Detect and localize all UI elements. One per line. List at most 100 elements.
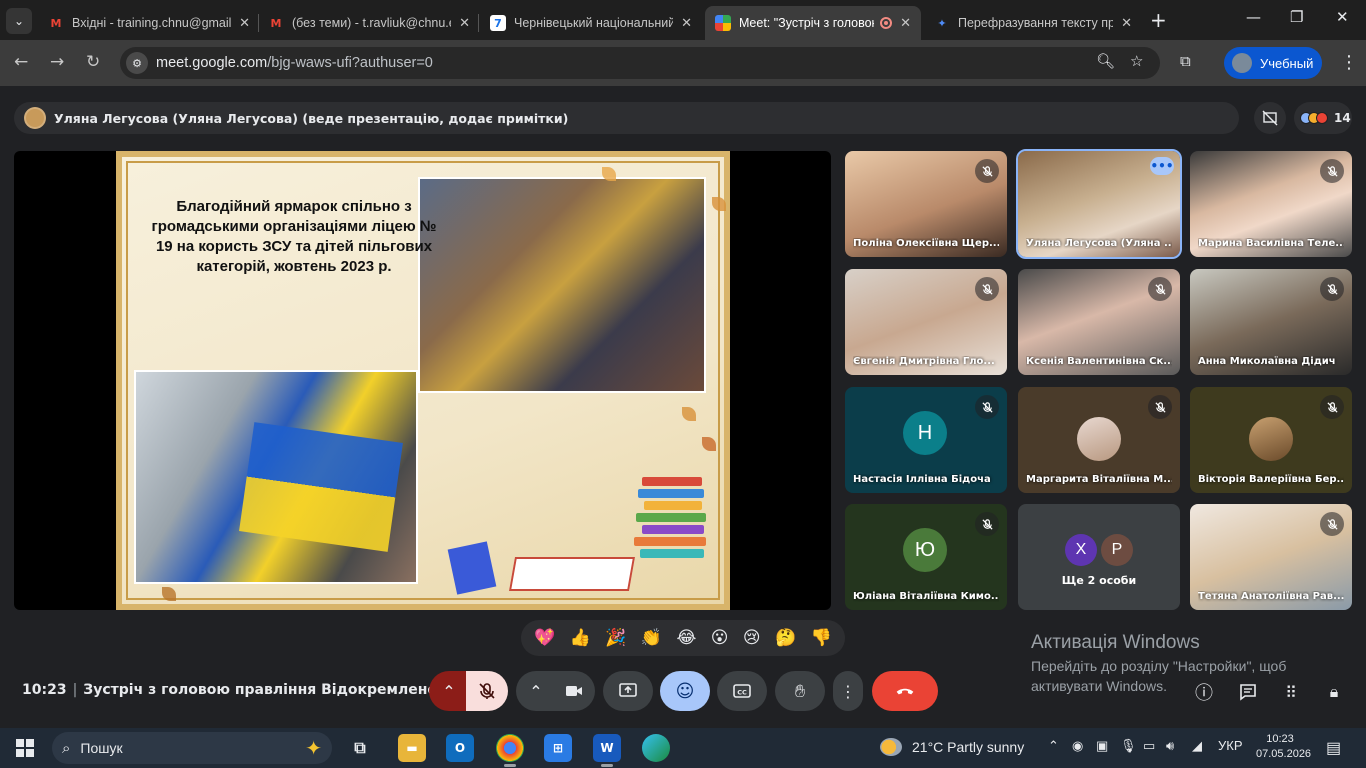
volume-icon[interactable]: 🔊︎ bbox=[1166, 738, 1174, 754]
participant-tile[interactable]: Тетяна Анатоліївна Рав... bbox=[1190, 504, 1352, 610]
browser-tab[interactable]: M (без теми) - t.ravliuk@chnu.e ✕ bbox=[258, 6, 480, 40]
show-hidden-icons-button[interactable]: ⌃ bbox=[1048, 738, 1059, 754]
participant-tile[interactable]: Поліна Олексіївна Щер... bbox=[845, 151, 1007, 257]
camera-toggle-button[interactable] bbox=[553, 671, 595, 711]
site-info-icon[interactable]: ⚙ bbox=[126, 52, 148, 74]
meeting-details-button[interactable]: ⓘ bbox=[1192, 680, 1216, 704]
reaction-emoji-button[interactable]: 👍 bbox=[570, 628, 591, 648]
reaction-emoji-button[interactable]: 💖 bbox=[534, 628, 555, 648]
reaction-emoji-button[interactable]: 👎 bbox=[811, 628, 832, 648]
camera-in-use-icon[interactable]: ▣ bbox=[1096, 738, 1108, 754]
mic-off-icon bbox=[975, 159, 999, 183]
outlook-app[interactable]: O bbox=[446, 734, 474, 762]
speaking-indicator-icon[interactable]: ••• bbox=[1150, 157, 1174, 175]
maximize-button[interactable]: ❐ bbox=[1290, 8, 1303, 26]
participant-name: Марина Василівна Теле... bbox=[1198, 238, 1344, 249]
participant-tile[interactable]: Ю Юліана Віталіївна Кимо... bbox=[845, 504, 1007, 610]
browser-menu-button[interactable]: ⋮ bbox=[1340, 52, 1358, 73]
participant-tile[interactable]: Маргарита Віталіївна М... bbox=[1018, 387, 1180, 493]
reaction-emoji-button[interactable]: 👏 bbox=[641, 628, 662, 648]
calendar-icon: 7 bbox=[490, 15, 506, 31]
participant-name: Тетяна Анатоліївна Рав... bbox=[1198, 591, 1344, 602]
battery-icon[interactable]: ▭ bbox=[1143, 738, 1155, 754]
reaction-emoji-button[interactable]: 😂 bbox=[676, 628, 696, 648]
edge-app[interactable] bbox=[642, 734, 670, 762]
close-tab-icon[interactable]: ✕ bbox=[681, 16, 692, 31]
taskbar-search[interactable]: ⌕ Пошук ✦ bbox=[52, 732, 332, 764]
present-now-button[interactable] bbox=[603, 671, 653, 711]
presenter-banner: Уляна Легусова (Уляна Легусова) (веде пр… bbox=[14, 102, 1239, 134]
file-explorer-app[interactable]: ▬ bbox=[398, 734, 426, 762]
participant-tile[interactable]: Анна Миколаївна Дідич bbox=[1190, 269, 1352, 375]
start-button[interactable] bbox=[16, 739, 34, 757]
participant-tile[interactable]: Марина Василівна Теле... bbox=[1190, 151, 1352, 257]
weather-widget[interactable]: 21°C Partly sunny bbox=[880, 738, 1024, 756]
chrome-app[interactable] bbox=[496, 734, 524, 767]
task-view-button[interactable]: ⧉ bbox=[346, 734, 374, 762]
reaction-emoji-button[interactable]: 😢 bbox=[743, 628, 761, 648]
tab-search-button[interactable]: ⌄ bbox=[6, 8, 32, 34]
participant-name: Вікторія Валеріївна Бер... bbox=[1198, 474, 1344, 485]
browser-tab[interactable]: Meet: "Зустріч з головою ✕ bbox=[705, 6, 921, 40]
store-app[interactable]: ⊞ bbox=[544, 734, 572, 762]
mic-toggle-button[interactable] bbox=[466, 671, 508, 711]
close-window-button[interactable]: ✕ bbox=[1336, 8, 1349, 26]
participant-avatar: Р bbox=[1101, 534, 1133, 566]
browser-tab[interactable]: ✦ Перефразування тексту про ✕ bbox=[924, 6, 1142, 40]
close-tab-icon[interactable]: ✕ bbox=[239, 16, 250, 31]
meeting-title: Зустріч з головою правління Відокремлено… bbox=[83, 682, 470, 698]
close-tab-icon[interactable]: ✕ bbox=[1121, 16, 1132, 31]
presentation-slide: Благодійний ярмарок спільно з громадськи… bbox=[116, 151, 730, 610]
close-tab-icon[interactable]: ✕ bbox=[459, 16, 470, 31]
video-options-button[interactable]: ⌃ bbox=[516, 671, 556, 711]
reaction-emoji-button[interactable]: 😮 bbox=[711, 628, 729, 648]
browser-tab[interactable]: M Вхідні - training.chnu@gmail ✕ bbox=[38, 6, 260, 40]
mic-in-use-icon[interactable]: 🎙︎ bbox=[1120, 738, 1137, 754]
profile-button[interactable]: Учебный bbox=[1224, 47, 1322, 79]
url-text[interactable]: meet.google.com/bjg-waws-ufi?authuser=0 bbox=[156, 55, 433, 71]
activities-button[interactable]: ⠿ bbox=[1279, 680, 1303, 704]
host-controls-button[interactable]: 🔒︎ bbox=[1322, 680, 1346, 704]
word-app[interactable]: W bbox=[593, 734, 621, 767]
captions-button[interactable]: CC bbox=[717, 671, 767, 711]
presentation-stage[interactable]: Благодійний ярмарок спільно з громадськи… bbox=[14, 151, 831, 610]
raise-hand-button[interactable]: ✋︎ bbox=[775, 671, 825, 711]
chevron-down-icon: ⌄ bbox=[13, 14, 25, 28]
address-bar[interactable]: ⚙ meet.google.com/bjg-waws-ufi?authuser=… bbox=[120, 47, 1160, 79]
participants-button[interactable]: 14 bbox=[1294, 102, 1352, 134]
participant-tile[interactable]: Уляна Легусова (Уляна ... ••• bbox=[1016, 149, 1182, 259]
back-button[interactable]: ← bbox=[14, 52, 28, 72]
participant-tile[interactable]: Євгенія Дмитрівна Гло... bbox=[845, 269, 1007, 375]
reaction-emoji-button[interactable]: 🤔 bbox=[775, 628, 796, 648]
minimize-button[interactable]: — bbox=[1246, 8, 1261, 26]
reaction-emoji-button[interactable]: 🎉 bbox=[605, 628, 626, 648]
close-tab-icon[interactable]: ✕ bbox=[900, 16, 911, 31]
more-options-button[interactable]: ⋮ bbox=[833, 671, 863, 711]
record-indicator-icon[interactable]: ◉ bbox=[1072, 738, 1083, 754]
language-indicator[interactable]: УКР bbox=[1218, 738, 1243, 753]
participant-tile[interactable]: Вікторія Валеріївна Бер... bbox=[1190, 387, 1352, 493]
participant-tile[interactable]: Ксенія Валентинівна Ск... bbox=[1018, 269, 1180, 375]
leave-call-button[interactable] bbox=[872, 671, 938, 711]
mic-off-icon bbox=[975, 512, 999, 536]
zoom-search-icon[interactable]: 🔍︎ bbox=[1096, 52, 1115, 70]
reload-button[interactable]: ↻ bbox=[86, 52, 100, 72]
participant-tile[interactable]: Х Р Ще 2 особи bbox=[1018, 504, 1180, 610]
meeting-info: 10:23 | Зустріч з головою правління Відокр… bbox=[22, 682, 470, 698]
reactions-button[interactable]: ☺ bbox=[660, 671, 710, 711]
browser-tab[interactable]: 7 Чернівецький національний у ✕ bbox=[480, 6, 702, 40]
forward-button[interactable]: → bbox=[50, 52, 64, 72]
new-tab-button[interactable]: + bbox=[1150, 8, 1167, 32]
taskbar-clock[interactable]: 10:23 07.05.2026 bbox=[1256, 732, 1312, 762]
hide-presentation-button[interactable] bbox=[1254, 102, 1286, 134]
network-icon[interactable]: ◢ bbox=[1192, 738, 1202, 754]
chat-button[interactable] bbox=[1236, 680, 1260, 704]
clock-date: 07.05.2026 bbox=[1256, 748, 1312, 760]
audio-options-button[interactable]: ⌃ bbox=[429, 671, 469, 711]
extensions-icon[interactable]: ⧉ bbox=[1180, 52, 1191, 70]
mic-off-icon bbox=[1320, 277, 1344, 301]
notifications-button[interactable]: ▤ bbox=[1326, 738, 1341, 758]
bookmark-star-icon[interactable]: ☆ bbox=[1130, 52, 1143, 70]
participant-tile[interactable]: Н Настасія Іллівна Бідоча bbox=[845, 387, 1007, 493]
hang-up-icon bbox=[896, 688, 914, 695]
